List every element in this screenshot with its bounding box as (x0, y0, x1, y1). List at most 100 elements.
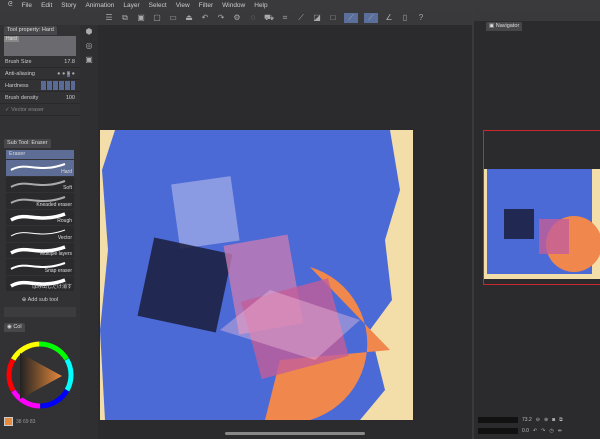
material-icon[interactable]: ◎ (80, 39, 98, 53)
sub-tool-item[interactable]: Snap eraser (6, 259, 74, 275)
redo-icon[interactable]: ↷ (216, 13, 226, 23)
tab-sub-tool[interactable]: Sub Tool: Eraser (4, 139, 51, 148)
app-logo-icon[interactable]: ᘓ (8, 1, 13, 9)
menu-icon[interactable]: ☰ (104, 13, 114, 23)
navigator-icon[interactable]: ▣ (80, 53, 98, 67)
zoom-slider[interactable] (478, 416, 518, 423)
brush-preview: Hard (4, 36, 76, 56)
menu-bar: ᘓ File Edit Story Animation Layer Select… (0, 0, 600, 10)
anti-aliasing-row[interactable]: Anti-aliasing ● ● ● ● (0, 68, 80, 80)
menu-story[interactable]: Story (61, 2, 76, 9)
zoom-in-icon[interactable]: ⊕ (544, 417, 548, 423)
sub-tool-group[interactable]: Eraser (6, 150, 74, 159)
folder-icon[interactable]: ▭ (168, 13, 178, 23)
snap-special-icon[interactable]: ⟋ (364, 12, 378, 23)
menu-layer[interactable]: Layer (123, 2, 139, 9)
anti-aliasing-options[interactable]: ● ● ● ● (57, 70, 75, 77)
left-dock-header (0, 10, 98, 25)
reset-rotation-icon[interactable]: ◷ (549, 428, 553, 434)
deselect-icon[interactable]: ⟋ (296, 13, 306, 23)
navigator-viewport-frame[interactable] (483, 130, 600, 285)
crop-icon[interactable]: ⌗ (280, 13, 290, 23)
rotate-right-icon[interactable]: ↷ (541, 428, 545, 434)
flip-icon[interactable]: ⇹ (558, 428, 562, 434)
open-icon[interactable]: ▢ (152, 13, 162, 23)
label: Brush density (5, 94, 39, 101)
selection-icon[interactable]: □ (328, 13, 338, 23)
menu-filter[interactable]: Filter (199, 2, 213, 9)
new-canvas-icon[interactable]: ⧉ (120, 13, 130, 23)
menu-animation[interactable]: Animation (85, 2, 114, 9)
undo-icon[interactable]: ↶ (200, 13, 210, 23)
sub-tool-item[interactable]: Multiple layers (6, 242, 74, 258)
navigator-controls: 73.2 ⊖ ⊕ ◙ ⧉ 0.0 ↶ ↷ ◷ ⇹ (478, 414, 600, 436)
command-bar: ☰ ⧉ ▣ ▢ ▭ ⏏ ↶ ↷ ⚙ ◌ ⛟ ⌗ ⟋ ◪ □ ⟋ ⟋ ∠ ▯ ? (98, 10, 472, 25)
sub-tool-label: はみ出しだけ消す (31, 284, 72, 290)
saturation-triangle[interactable] (20, 353, 62, 399)
sub-tool-item[interactable]: Rough (6, 209, 74, 225)
tab-navigator[interactable]: ▣ Navigator (486, 22, 523, 31)
navigator-thumbnail (484, 169, 600, 279)
zoom-out-icon[interactable]: ⊖ (536, 417, 540, 423)
device-icon[interactable]: ▯ (400, 13, 410, 23)
fit-icon[interactable]: ◙ (552, 417, 555, 423)
label: Hardness (5, 82, 29, 89)
save-icon[interactable]: ⏏ (184, 13, 194, 23)
menu-help[interactable]: Help (254, 2, 267, 9)
label: Anti-aliasing (5, 70, 35, 77)
stroke-preview-icon (10, 163, 66, 171)
layer-icon[interactable]: ⬢ (80, 25, 98, 39)
left-panel: Tool property: Hard Hard Brush Size 17.8 … (0, 25, 80, 439)
canvas-artwork[interactable] (100, 130, 413, 420)
add-sub-tool-button[interactable]: ⊕ Add sub tool (0, 297, 80, 303)
brush-density-row[interactable]: Brush density 100 (0, 92, 80, 104)
tab-tool-property[interactable]: Tool property: Hard (4, 26, 57, 35)
record-icon[interactable]: ▣ (136, 13, 146, 23)
brush-size-value[interactable]: 17.8 (64, 59, 75, 65)
fill-icon[interactable]: ⛟ (264, 13, 274, 23)
zoom-value: 73.2 (522, 416, 532, 423)
vector-eraser-row[interactable]: ✓ Vector eraser (0, 104, 80, 116)
brush-size-row[interactable]: Brush Size 17.8 (0, 56, 80, 68)
menu-view[interactable]: View (176, 2, 190, 9)
tab-color[interactable]: ◉ Col (4, 323, 25, 332)
right-panel: ▣ Navigator 73.2 ⊖ ⊕ ◙ ⧉ 0.0 ↶ ↷ ◷ ⇹ (472, 10, 600, 439)
transform-icon[interactable]: ◌ (248, 13, 258, 23)
menu-window[interactable]: Window (222, 2, 245, 9)
brush-density-value[interactable]: 100 (66, 95, 75, 101)
menu-edit[interactable]: Edit (41, 2, 52, 9)
label: Add sub tool (27, 297, 59, 303)
menu-file[interactable]: File (22, 2, 32, 9)
label: Brush Size (5, 58, 32, 65)
sub-tool-label: Soft (63, 185, 72, 191)
rotation-value: 0.0 (522, 427, 529, 434)
hardness-row[interactable]: Hardness (0, 80, 80, 92)
sub-tool-item[interactable]: Kneaded eraser (6, 193, 74, 209)
sub-tool-label: Vector (57, 234, 72, 241)
help-icon[interactable]: ? (416, 13, 426, 23)
invert-icon[interactable]: ◪ (312, 13, 322, 23)
sub-tool-label: Hard (61, 168, 72, 175)
sub-tool-label: Multiple layers (40, 251, 72, 257)
rotate-left-icon[interactable]: ↶ (533, 428, 537, 434)
sub-tool-label: Snap eraser (44, 267, 72, 274)
snap-grid-icon[interactable]: ∠ (384, 13, 394, 23)
color-wheel[interactable] (2, 337, 78, 413)
label: Col (13, 324, 22, 330)
stroke-preview-icon (10, 179, 66, 188)
sub-tool-item[interactable]: Vector (6, 226, 74, 242)
settings-icon[interactable]: ⚙ (232, 13, 242, 23)
sub-tool-item[interactable]: はみ出しだけ消す (6, 275, 74, 291)
snap-ruler-icon[interactable]: ⟋ (344, 12, 358, 23)
preset-label: Hard (4, 36, 19, 42)
main-color-swatch[interactable] (4, 417, 13, 426)
fit-window-icon[interactable]: ⧉ (559, 417, 563, 423)
hardness-options[interactable] (41, 81, 75, 90)
home-indicator (225, 432, 365, 435)
panel-icon-column: ⬢ ◎ ▣ (80, 25, 98, 439)
label: Navigator (495, 23, 520, 29)
sub-tool-item[interactable]: Soft (6, 176, 74, 192)
rotation-slider[interactable] (478, 427, 518, 434)
sub-tool-item[interactable]: Hard (6, 160, 74, 176)
menu-select[interactable]: Select (149, 2, 167, 9)
